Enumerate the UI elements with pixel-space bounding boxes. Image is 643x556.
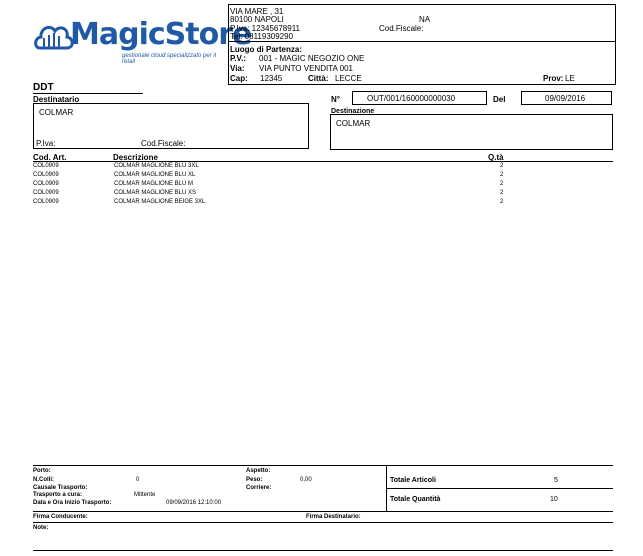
- notes-label: Note:: [33, 525, 49, 531]
- destination-box: [330, 114, 613, 150]
- company-tel: Tel: 08119309290: [230, 32, 294, 41]
- row-code: COL0909: [33, 172, 59, 178]
- row-code: COL0909: [33, 190, 59, 196]
- cura-label: Trasporto a cura:: [33, 492, 83, 498]
- driver-signature-label: Firma Conducente:: [33, 514, 88, 520]
- document-type: DDT: [33, 82, 54, 93]
- total-items-label: Totale Articoli: [390, 477, 436, 484]
- row-code: COL0909: [33, 199, 59, 205]
- doc-number-label: N°: [331, 95, 340, 104]
- via-label: Via:: [230, 64, 245, 73]
- data-label: Data e Ora Inizio Trasporto:: [33, 500, 112, 506]
- doc-date: 09/09/2016: [545, 94, 586, 103]
- logo-tagline: gestionale cloud specializzato per il re…: [122, 53, 217, 65]
- pv-label: P.V.:: [230, 54, 247, 63]
- table-row: COL0909 COLMAR MAGLIONE BLU 3XL 2: [33, 163, 513, 172]
- corriere-label: Corriere:: [246, 485, 272, 491]
- doc-date-label: Del: [493, 95, 506, 104]
- row-qty: 2: [500, 181, 504, 187]
- table-row: COL0909 COLMAR MAGLIONE BLU M 2: [33, 181, 513, 190]
- pv-value: 001 - MAGIC NEGOZIO ONE: [259, 54, 365, 63]
- porto-label: Porto:: [33, 468, 51, 474]
- row-code: COL0909: [33, 163, 59, 169]
- departure-title: Luogo di Partenza:: [230, 45, 302, 54]
- table-row: COL0909 COLMAR MAGLIONE BLU XS 2: [33, 190, 513, 199]
- prov-value: LE: [565, 74, 575, 83]
- via-value: VIA PUNTO VENDITA 001: [259, 64, 353, 73]
- cap-value: 12345: [260, 74, 283, 83]
- row-qty: 2: [500, 199, 504, 205]
- row-desc: COLMAR MAGLIONE BLU XL: [114, 172, 196, 178]
- destination-name: COLMAR: [336, 119, 371, 128]
- recipient-cf-label: Cod.Fiscale:: [141, 139, 186, 148]
- doc-number: OUT/001/160000000030: [367, 94, 456, 103]
- aspetto-label: Aspetto:: [246, 468, 271, 474]
- causale-label: Causale Trasporto:: [33, 485, 88, 491]
- row-desc: COLMAR MAGLIONE BLU M: [114, 181, 194, 187]
- row-qty: 2: [500, 172, 504, 178]
- prov-label: Prov:: [543, 74, 564, 83]
- cloud-logo-icon: [34, 25, 74, 50]
- cap-label: Cap:: [230, 74, 248, 83]
- company-cf-label: Cod.Fiscale:: [379, 24, 424, 33]
- cura-value: Mittente: [134, 492, 156, 498]
- row-code: COL0909: [33, 181, 59, 187]
- company-province: NA: [419, 15, 431, 24]
- recipient-signature-label: Firma Destinatario:: [306, 514, 361, 520]
- total-items-value: 5: [554, 477, 558, 484]
- table-row: COL0909 COLMAR MAGLIONE BLU XL 2: [33, 172, 513, 181]
- logo-name: MagicStore: [70, 17, 252, 52]
- total-qty-label: Totale Quantità: [390, 496, 441, 503]
- total-qty-value: 10: [550, 496, 558, 503]
- row-desc: COLMAR MAGLIONE BEIGE 3XL: [114, 199, 206, 205]
- peso-value: 0,00: [300, 477, 312, 483]
- table-row: COL0909 COLMAR MAGLIONE BEIGE 3XL 2: [33, 199, 513, 208]
- city-label: Città:: [308, 74, 329, 83]
- row-qty: 2: [500, 163, 504, 169]
- data-value: 09/09/2016 12:10:00: [166, 500, 222, 506]
- colli-value: 0: [136, 477, 140, 483]
- row-qty: 2: [500, 190, 504, 196]
- recipient-name: COLMAR: [39, 108, 74, 117]
- row-desc: COLMAR MAGLIONE BLU XS: [114, 190, 197, 196]
- recipient-piva-label: P.Iva:: [36, 139, 56, 148]
- company-cap-city: 80100 NAPOLI: [230, 15, 284, 24]
- row-desc: COLMAR MAGLIONE BLU 3XL: [114, 163, 199, 169]
- city-value: LECCE: [335, 74, 362, 83]
- company-logo: MagicStore gestionale cloud specializzat…: [34, 14, 252, 65]
- peso-label: Peso:: [246, 477, 263, 483]
- colli-label: N.Colli:: [33, 477, 54, 483]
